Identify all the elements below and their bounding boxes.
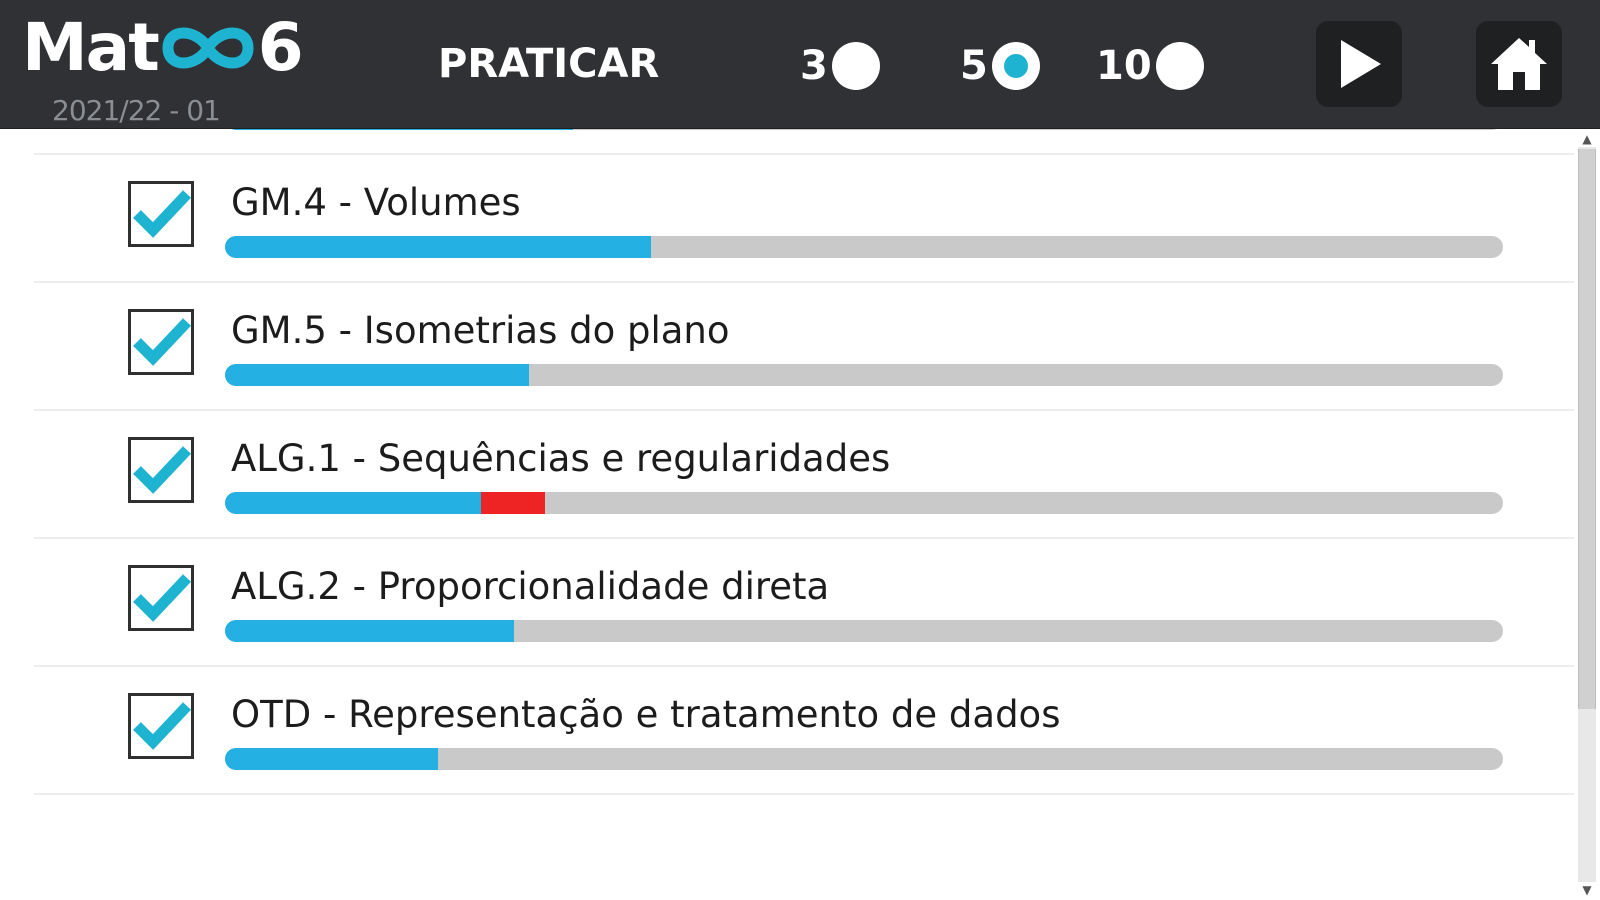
progress-bar [225,236,1503,258]
practice-label[interactable]: PRATICAR [438,36,678,92]
progress-fill [225,620,514,642]
radio-button-selected[interactable] [991,42,1040,90]
topic-list-content: GM.4 - Volumes GM.5 - Isometrias do plano… [0,129,1574,795]
topic-row[interactable] [0,129,1574,155]
topic-label: ALG.1 - Sequências e regularidades [231,437,891,480]
app-logo: Mat 6 2021/22 - 01 [22,8,312,127]
radio-button[interactable] [831,42,880,90]
topic-checkbox[interactable] [128,181,194,247]
version-label: 2021/22 - 01 [52,94,221,127]
topic-row[interactable]: OTD - Representação e tratamento de dado… [0,667,1574,795]
play-icon [1341,40,1381,88]
question-count-label: 5 [960,43,988,89]
progress-fill [225,129,573,130]
topic-label: GM.5 - Isometrias do plano [231,309,730,352]
checkmark-icon [133,446,191,494]
progress-error-segment [481,492,545,514]
topic-checkbox[interactable] [128,309,194,375]
question-count-10[interactable]: 10 [1096,38,1204,94]
topic-label: OTD - Representação e tratamento de dado… [231,693,1061,736]
checkmark-icon [133,702,191,750]
topic-label: GM.4 - Volumes [231,181,521,224]
checkmark-icon [133,190,191,238]
progress-bar [225,620,1503,642]
checkmark-icon [133,318,191,366]
play-button[interactable] [1316,21,1402,107]
question-count-label: 3 [800,43,828,89]
home-icon [1491,38,1547,90]
topic-list[interactable]: GM.4 - Volumes GM.5 - Isometrias do plano… [0,129,1574,900]
topic-row[interactable]: GM.5 - Isometrias do plano [0,283,1574,411]
checkmark-icon [133,574,191,622]
vertical-scrollbar[interactable]: ▲ ▼ [1574,129,1600,900]
progress-bar [225,492,1503,514]
progress-fill [225,748,438,770]
topic-checkbox[interactable] [128,437,194,503]
progress-fill [225,364,529,386]
topic-row[interactable]: GM.4 - Volumes [0,155,1574,283]
question-count-3[interactable]: 3 [800,38,880,94]
question-count-label: 10 [1096,43,1152,89]
scroll-up-arrow-icon[interactable]: ▲ [1578,131,1596,147]
scroll-down-arrow-icon[interactable]: ▼ [1578,882,1596,898]
home-button[interactable] [1476,21,1562,107]
progress-fill [225,236,651,258]
progress-fill [225,492,481,514]
topic-checkbox[interactable] [128,565,194,631]
logo-text-right: 6 [257,9,304,86]
app-header: Mat 6 2021/22 - 01 PRATICAR 3 5 10 [0,0,1600,129]
infinity-icon [162,27,254,69]
topic-checkbox[interactable] [128,693,194,759]
logo-text-left: Mat [22,9,160,86]
progress-bar [225,748,1503,770]
topic-row[interactable]: ALG.1 - Sequências e regularidades [0,411,1574,539]
question-count-5[interactable]: 5 [960,38,1040,94]
progress-bar [225,129,1503,130]
progress-bar [225,364,1503,386]
scroll-thumb[interactable] [1578,149,1596,709]
topic-row[interactable]: ALG.2 - Proporcionalidade direta [0,539,1574,667]
radio-button[interactable] [1155,42,1204,90]
topic-label: ALG.2 - Proporcionalidade direta [231,565,830,608]
